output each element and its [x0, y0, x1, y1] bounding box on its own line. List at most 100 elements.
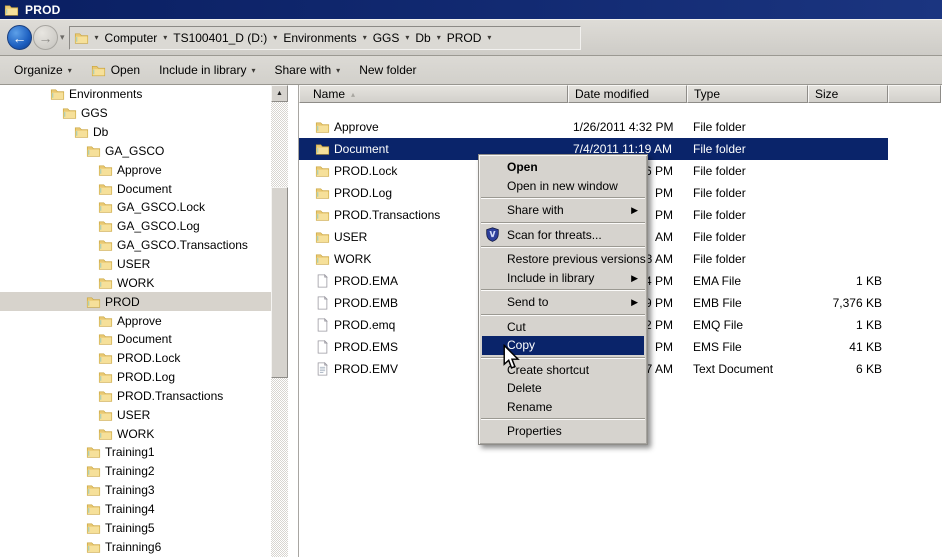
menu-item-cut[interactable]: Cut: [482, 318, 644, 337]
tree-item-approve[interactable]: Approve: [0, 160, 271, 179]
tree-item-document[interactable]: Document: [0, 179, 271, 198]
menu-item-properties[interactable]: Properties: [482, 422, 644, 441]
column-header-blank[interactable]: [888, 85, 941, 103]
back-button[interactable]: ←: [7, 25, 32, 50]
column-header-label: Date modified: [575, 87, 649, 101]
menu-item-include-in-library[interactable]: Include in library▶: [482, 269, 644, 288]
tree-item-label: PROD: [105, 295, 140, 309]
tree-item-user[interactable]: USER: [0, 255, 271, 274]
tree-item-ga-gsco-transactions[interactable]: GA_GSCO.Transactions: [0, 236, 271, 255]
folder-icon: [86, 464, 101, 478]
tree-item-db[interactable]: Db: [0, 123, 271, 142]
chevron-down-icon[interactable]: ▾: [437, 33, 441, 42]
tree-item-prod-lock[interactable]: PROD.Lock: [0, 349, 271, 368]
explorer-window: PROD ← → ▾ ▾ Computer ▾ TS100401_D (D:) ▾ En…: [0, 0, 942, 557]
file-row-approve[interactable]: Approve1/26/2011 4:32 PMFile folder: [299, 116, 888, 138]
tree-item-training2[interactable]: Training2: [0, 462, 271, 481]
menu-item-delete[interactable]: Delete: [482, 379, 644, 398]
title-bar[interactable]: PROD: [0, 0, 942, 19]
tree-scrollbar[interactable]: ▲: [271, 85, 288, 557]
chevron-down-icon[interactable]: ▾: [405, 33, 409, 42]
tree-item-environments[interactable]: Environments: [0, 85, 271, 104]
navigation-tree: EnvironmentsGGSDbGA_GSCOApproveDocumentG…: [0, 85, 271, 557]
tree-item-label: Document: [117, 332, 172, 346]
breadcrumb-item-environments[interactable]: Environments: [283, 31, 356, 45]
chevron-down-icon: ▾: [68, 66, 72, 75]
tree-item-ga-gsco-lock[interactable]: GA_GSCO.Lock: [0, 198, 271, 217]
tree-item-prod[interactable]: PROD: [0, 292, 271, 311]
size-cell: 41 KB: [808, 340, 888, 354]
toolbar-button-label: Open: [111, 63, 140, 77]
chevron-down-icon[interactable]: ▾: [273, 33, 277, 42]
folder-icon: [98, 408, 113, 422]
menu-item-label: Properties: [507, 424, 562, 438]
toolbar-button-open[interactable]: Open: [91, 63, 140, 78]
menu-item-scan-for-threats[interactable]: Scan for threats...: [482, 226, 644, 245]
toolbar-button-new-folder[interactable]: New folder: [359, 63, 416, 77]
menu-item-rename[interactable]: Rename: [482, 398, 644, 417]
tree-item-label: Training5: [105, 521, 155, 535]
tree-item-label: Environments: [69, 87, 142, 101]
file-name-label: Document: [334, 142, 389, 156]
folder-icon: [98, 238, 113, 252]
forward-button[interactable]: →: [33, 25, 58, 50]
menu-item-open-in-new-window[interactable]: Open in new window: [482, 177, 644, 196]
file-name-label: PROD.emq: [334, 318, 395, 332]
menu-item-label: Open: [507, 160, 538, 174]
tree-item-ggs[interactable]: GGS: [0, 104, 271, 123]
column-header-type[interactable]: Type: [687, 85, 808, 103]
breadcrumb-item-ggs[interactable]: GGS: [373, 31, 400, 45]
breadcrumb-item-computer[interactable]: Computer: [105, 31, 158, 45]
scrollbar-thumb[interactable]: [271, 187, 288, 378]
chevron-down-icon[interactable]: ▾: [95, 33, 99, 42]
file-name-label: PROD.Lock: [334, 164, 397, 178]
tree-item-work[interactable]: WORK: [0, 424, 271, 443]
toolbar-button-organize[interactable]: Organize▾: [14, 63, 72, 77]
scroll-up-button[interactable]: ▲: [271, 85, 288, 102]
toolbar-button-include-in-library[interactable]: Include in library▾: [159, 63, 255, 77]
tree-item-prod-log[interactable]: PROD.Log: [0, 368, 271, 387]
menu-item-share-with[interactable]: Share with▶: [482, 201, 644, 220]
shield-icon-holder: [485, 227, 500, 248]
column-header-name[interactable]: Name▴: [299, 85, 568, 103]
type-cell: File folder: [687, 208, 808, 222]
tree-item-trainning6[interactable]: Trainning6: [0, 537, 271, 556]
column-header-date-modified[interactable]: Date modified: [568, 85, 687, 103]
folder-icon: [50, 87, 65, 101]
menu-item-open[interactable]: Open: [482, 158, 644, 177]
folder-icon: [315, 230, 330, 244]
toolbar-button-label: Share with: [274, 63, 331, 77]
tree-item-prod-transactions[interactable]: PROD.Transactions: [0, 387, 271, 406]
tree-item-work[interactable]: WORK: [0, 273, 271, 292]
menu-separator: [481, 314, 645, 316]
recent-pages-chevron-icon[interactable]: ▾: [60, 32, 65, 43]
chevron-down-icon[interactable]: ▾: [487, 33, 491, 42]
breadcrumb-item-prod[interactable]: PROD: [447, 31, 482, 45]
chevron-down-icon[interactable]: ▾: [363, 33, 367, 42]
menu-item-restore-previous-versions[interactable]: Restore previous versions: [482, 250, 644, 269]
tree-item-ga-gsco-log[interactable]: GA_GSCO.Log: [0, 217, 271, 236]
tree-item-user[interactable]: USER: [0, 405, 271, 424]
submenu-arrow-icon: ▶: [631, 293, 638, 312]
folder-icon: [98, 219, 113, 233]
tree-item-training4[interactable]: Training4: [0, 500, 271, 519]
size-cell: 7,376 KB: [808, 296, 888, 310]
breadcrumb-item-db[interactable]: Db: [415, 31, 430, 45]
chevron-down-icon[interactable]: ▾: [163, 33, 167, 42]
tree-item-ga-gsco[interactable]: GA_GSCO: [0, 142, 271, 161]
tree-item-document[interactable]: Document: [0, 330, 271, 349]
menu-item-label: Send to: [507, 295, 548, 309]
menu-item-send-to[interactable]: Send to ▶: [482, 293, 644, 312]
tree-item-training1[interactable]: Training1: [0, 443, 271, 462]
type-cell: File folder: [687, 252, 808, 266]
tree-item-label: PROD.Log: [117, 370, 175, 384]
tree-item-approve[interactable]: Approve: [0, 311, 271, 330]
toolbar-button-share-with[interactable]: Share with▾: [274, 63, 340, 77]
menu-item-label: Restore previous versions: [507, 252, 646, 266]
address-breadcrumb[interactable]: ▾ Computer ▾ TS100401_D (D:) ▾ Environments ▾…: [69, 26, 581, 50]
tree-item-training3[interactable]: Training3: [0, 481, 271, 500]
column-header-size[interactable]: Size: [808, 85, 888, 103]
breadcrumb-item-ts100401-d-d[interactable]: TS100401_D (D:): [173, 31, 267, 45]
tree-item-label: Trainning6: [105, 540, 161, 554]
tree-item-training5[interactable]: Training5: [0, 518, 271, 537]
